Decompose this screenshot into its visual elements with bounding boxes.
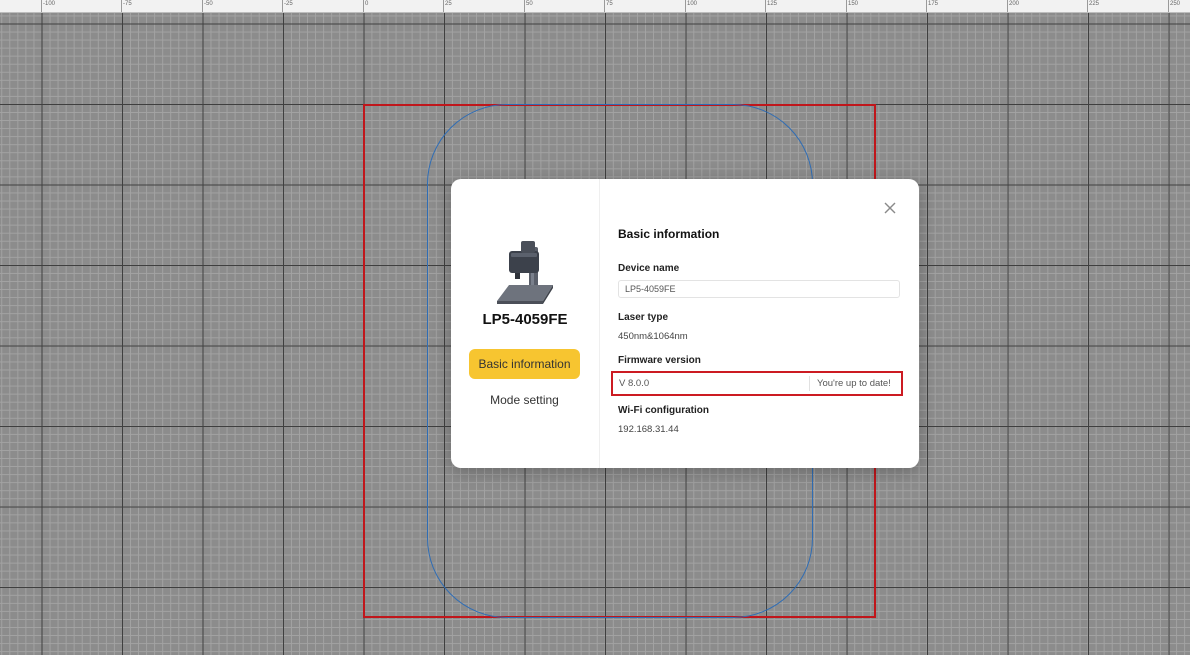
device-name-label: Device name (618, 263, 680, 274)
laser-type-label: Laser type (618, 312, 669, 323)
laser-device-icon (497, 241, 553, 304)
ruler-tick-label: 200 (1009, 1, 1020, 7)
firmware-status-text: You're up to date! (817, 378, 891, 389)
firmware-version-field: V 8.0.0 You're up to date! (611, 371, 903, 396)
ruler-tick-label: 100 (687, 1, 698, 7)
ruler-tick-label: 50 (526, 1, 533, 7)
ruler-tick-label: 125 (767, 1, 778, 7)
section-title: Basic information (618, 227, 720, 241)
ruler-tick-label: -100 (43, 1, 56, 7)
dialog-sidebar: LP5-4059FE Basic information Mode settin… (451, 179, 600, 468)
ruler-tick-label: 150 (848, 1, 859, 7)
ruler-tick-label: 225 (1089, 1, 1100, 7)
device-info-dialog: LP5-4059FE Basic information Mode settin… (451, 179, 919, 468)
ruler-tick-label: -75 (123, 1, 132, 7)
firmware-version-value: V 8.0.0 (619, 378, 650, 389)
nav-mode-setting-button[interactable]: Mode setting (469, 385, 580, 415)
ruler-tick-label: 25 (445, 1, 452, 7)
device-title: LP5-4059FE (482, 311, 568, 328)
ruler-tick-label: 175 (928, 1, 939, 7)
ruler-tick-label: 250 (1170, 1, 1181, 7)
ruler-tick-label: 0 (365, 1, 369, 7)
top-ruler: -100 -75 -50 -25 0 25 50 75 100 125 150 … (0, 0, 1190, 13)
firmware-divider (809, 376, 810, 391)
ruler-tick-label: 75 (606, 1, 613, 7)
device-name-input[interactable] (618, 280, 900, 298)
firmware-version-label: Firmware version (618, 355, 701, 366)
nav-basic-information-button[interactable]: Basic information (469, 349, 580, 379)
ruler-tick-label: -25 (284, 1, 293, 7)
wifi-ip-value: 192.168.31.44 (618, 424, 679, 435)
ruler-tick-label: -50 (204, 1, 213, 7)
close-icon[interactable] (879, 197, 901, 219)
laser-type-value: 450nm&1064nm (618, 331, 688, 342)
wifi-configuration-label: Wi-Fi configuration (618, 405, 710, 416)
